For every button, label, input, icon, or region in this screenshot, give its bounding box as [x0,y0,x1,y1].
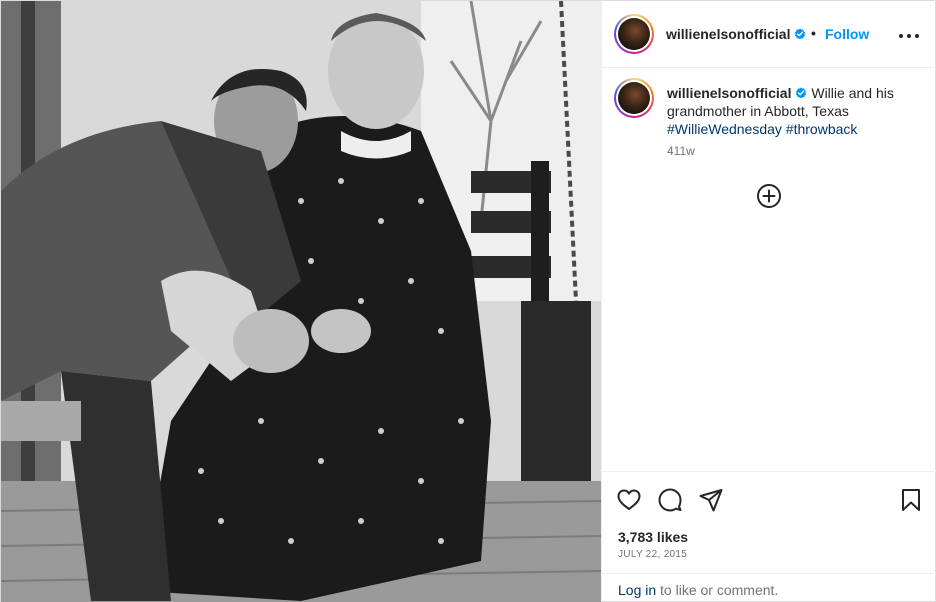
instagram-post: willienelsonofficial • Follow willienels… [0,0,936,602]
verified-badge-icon [796,87,807,99]
login-link[interactable]: Log in [618,582,656,598]
caption-avatar[interactable] [614,78,654,118]
follow-button[interactable]: Follow [825,26,869,42]
hashtag-link[interactable]: #WillieWednesday [667,121,782,137]
caption-avatar-image [618,82,650,114]
photo-illustration [1,1,601,602]
verified-badge-icon [795,28,806,40]
post-age: 411w [667,144,695,158]
like-count[interactable]: 3,783 likes [618,529,688,545]
post-photo[interactable] [1,1,601,602]
heart-icon[interactable] [616,487,642,513]
login-prompt-text: to like or comment. [656,582,779,598]
more-horizontal-icon[interactable] [898,25,920,45]
avatar-image [618,18,650,50]
header-separator: • [811,25,816,41]
caption-text: willienelsonofficial Willie and his gran… [667,84,929,138]
load-more-comments-icon[interactable] [756,183,782,209]
login-prompt: Log in to like or comment. [602,573,936,602]
share-icon[interactable] [698,487,724,513]
post-side-panel: willienelsonofficial • Follow willienels… [601,1,936,602]
caption-username[interactable]: willienelsonofficial [667,85,791,101]
post-header: willienelsonofficial • Follow [602,1,936,68]
bookmark-icon[interactable] [898,487,924,513]
post-actions: 3,783 likes JULY 22, 2015 Log in to like… [602,471,936,602]
header-username-row: willienelsonofficial [666,26,806,42]
post-date: JULY 22, 2015 [618,549,688,560]
hashtag-link[interactable]: #throwback [786,121,858,137]
header-username[interactable]: willienelsonofficial [666,26,790,42]
avatar[interactable] [614,14,654,54]
comment-icon[interactable] [657,487,683,513]
